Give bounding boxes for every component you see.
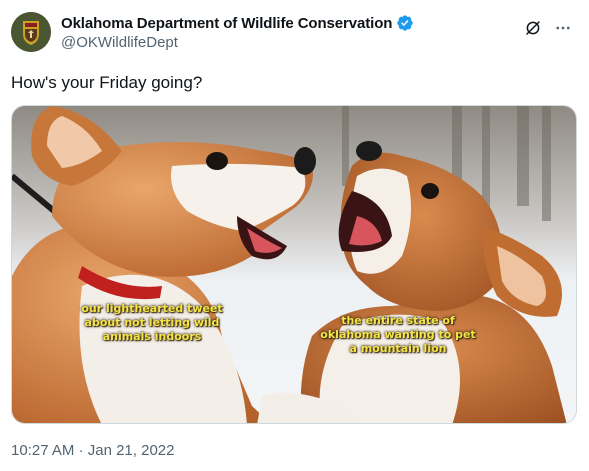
timestamp-time[interactable]: 10:27 AM [11, 442, 74, 459]
grok-icon[interactable] [523, 18, 543, 38]
timestamp-separator: · [78, 442, 84, 459]
name-row: Oklahoma Department of Wildlife Conserva… [61, 14, 414, 32]
tweet-text: How's your Friday going? [11, 73, 203, 92]
timestamp-date[interactable]: Jan 21, 2022 [88, 442, 175, 459]
tweet-media[interactable]: our lighthearted tweet about not letting… [11, 105, 577, 424]
avatar[interactable] [11, 12, 51, 52]
odwc-logo [11, 12, 51, 52]
caption-right: the entire state of oklahoma wanting to … [320, 314, 476, 355]
author-handle[interactable]: @OKWildlifeDept [61, 34, 414, 51]
caption-left: our lighthearted tweet about not letting… [81, 302, 223, 343]
more-icon[interactable] [553, 18, 573, 38]
top-actions [523, 18, 573, 38]
corgi-photo [12, 106, 576, 423]
tweet-timestamp: 10:27 AM · Jan 21, 2022 [11, 442, 174, 459]
verified-badge-icon [396, 14, 414, 32]
author-block: Oklahoma Department of Wildlife Conserva… [61, 14, 414, 51]
tweet: Oklahoma Department of Wildlife Conserva… [0, 0, 589, 471]
author-name[interactable]: Oklahoma Department of Wildlife Conserva… [61, 15, 392, 32]
